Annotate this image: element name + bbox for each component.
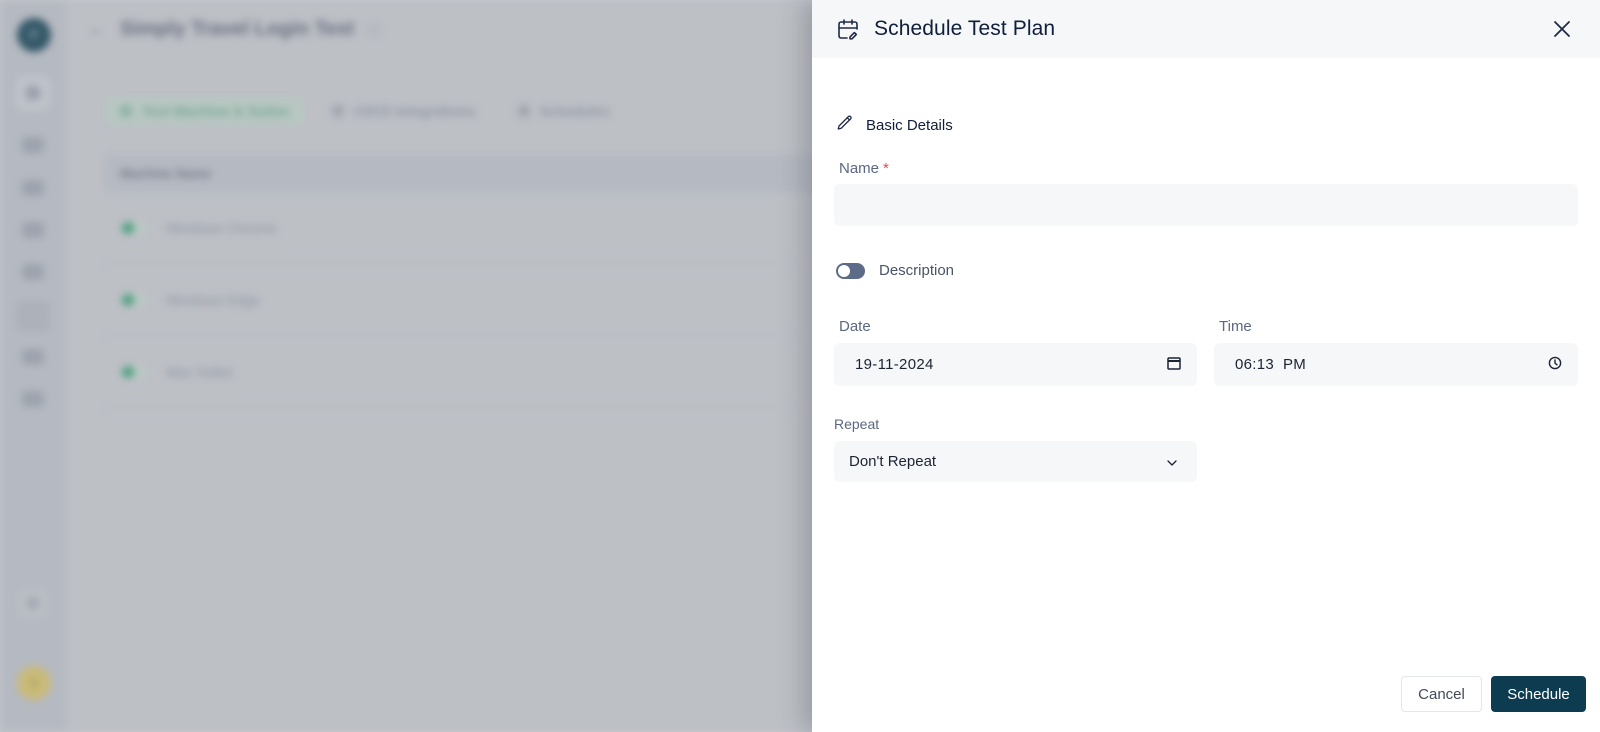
name-input[interactable] [834, 184, 1578, 226]
drawer-title: Schedule Test Plan [874, 17, 1056, 40]
calendar-icon[interactable] [1167, 356, 1181, 374]
date-label: Date [839, 318, 871, 335]
time-label: Time [1219, 318, 1252, 335]
description-toggle[interactable] [836, 262, 865, 279]
description-toggle-row: Description [836, 262, 954, 279]
date-value: 19-11-2024 [855, 356, 934, 373]
repeat-value: Don't Repeat [849, 453, 937, 470]
description-label: Description [879, 262, 955, 279]
date-input[interactable]: 19-11-2024 [834, 343, 1197, 386]
close-icon[interactable] [1550, 17, 1574, 41]
basic-details-section: Basic Details [836, 114, 953, 137]
schedule-drawer: Schedule Test Plan Basic Details Name * D… [812, 0, 1600, 732]
calendar-edit-icon [836, 17, 860, 41]
time-value: 06:13 PM [1235, 356, 1307, 373]
cancel-button[interactable]: Cancel [1401, 676, 1482, 712]
clock-icon[interactable] [1548, 356, 1562, 374]
name-label-text: Name [839, 160, 880, 177]
required-marker: * [883, 160, 889, 177]
repeat-label: Repeat [834, 416, 880, 432]
drawer-footer: Cancel Schedule [1401, 676, 1586, 712]
chevron-down-icon [1167, 453, 1177, 470]
name-field-container [834, 184, 1578, 226]
pencil-icon [836, 114, 854, 137]
time-input[interactable]: 06:13 PM [1214, 343, 1578, 386]
drawer-header: Schedule Test Plan [812, 0, 1600, 58]
repeat-select[interactable]: Don't Repeat [834, 441, 1197, 482]
section-title: Basic Details [866, 117, 953, 134]
schedule-button[interactable]: Schedule [1491, 676, 1586, 712]
name-label: Name * [839, 160, 889, 177]
